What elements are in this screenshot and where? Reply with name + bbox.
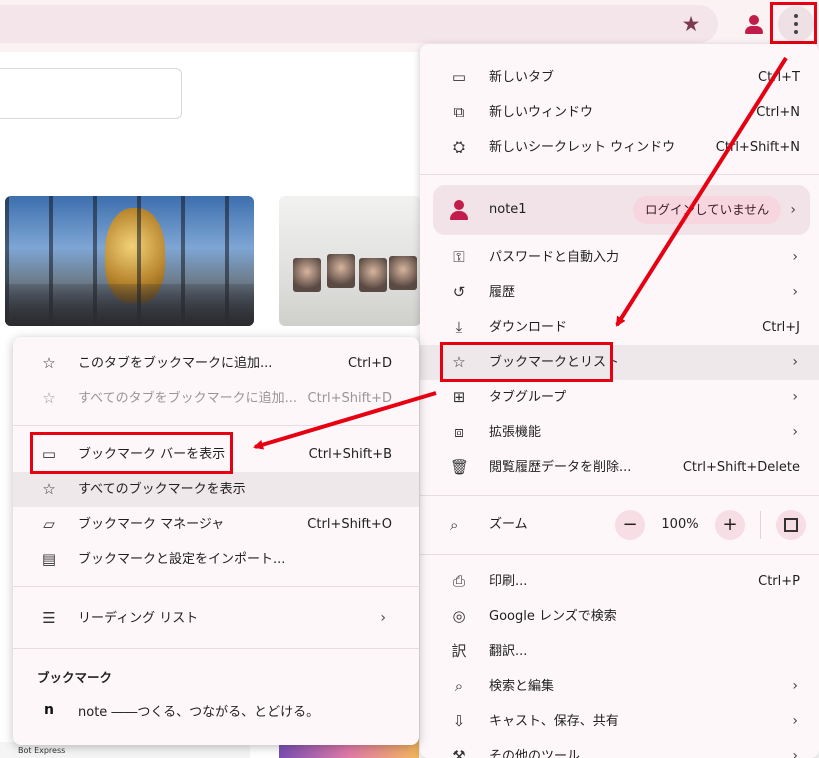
arrow-to-bookmarks-bar	[253, 391, 437, 450]
annotation-arrows	[253, 56, 788, 450]
arrow-to-bookmarks	[615, 56, 788, 327]
